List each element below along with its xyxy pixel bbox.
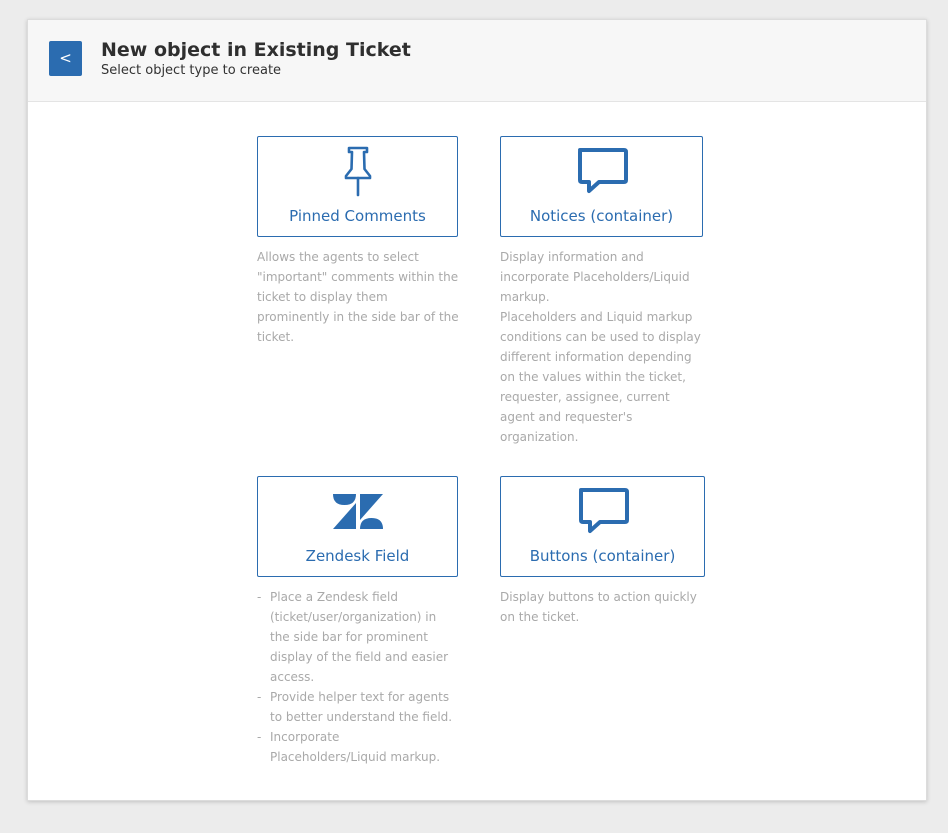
- notices-container-label: Notices (container): [529, 207, 674, 225]
- pinned-comments-description: Allows the agents to select "important" …: [257, 247, 462, 347]
- notices-container-description: Display information and incorporate Plac…: [500, 247, 705, 447]
- buttons-container-card[interactable]: Buttons (container): [500, 476, 705, 577]
- zendesk-field-label: Zendesk Field: [305, 547, 410, 565]
- buttons-container-description: Display buttons to action quickly on the…: [500, 587, 705, 627]
- buttons-container-label: Buttons (container): [529, 547, 676, 565]
- pushpin-icon: [344, 146, 371, 197]
- description-text: Display buttons to action quickly on the…: [500, 590, 697, 624]
- bullet-list: Place a Zendesk field (ticket/user/organ…: [257, 587, 457, 767]
- zendesk-logo-icon: [332, 494, 383, 529]
- description-text: Allows the agents to select "important" …: [257, 250, 459, 344]
- list-item: Incorporate Placeholders/Liquid markup.: [257, 727, 457, 767]
- page-subtitle: Select object type to create: [101, 63, 282, 78]
- list-item: Place a Zendesk field (ticket/user/organ…: [257, 587, 457, 687]
- description-text: Placeholders and Liquid markup condition…: [500, 310, 701, 444]
- pinned-comments-label: Pinned Comments: [289, 207, 426, 225]
- panel-header: < New object in Existing Ticket Select o…: [28, 20, 926, 102]
- pinned-comments-card[interactable]: Pinned Comments: [257, 136, 458, 237]
- create-object-panel: < New object in Existing Ticket Select o…: [27, 19, 927, 801]
- speech-bubble-icon: [577, 148, 628, 193]
- description-text: Display information and incorporate Plac…: [500, 250, 690, 304]
- zendesk-field-card[interactable]: Zendesk Field: [257, 476, 458, 577]
- page-title: New object in Existing Ticket: [101, 39, 411, 61]
- zendesk-field-description: Place a Zendesk field (ticket/user/organ…: [257, 587, 457, 767]
- list-item: Provide helper text for agents to better…: [257, 687, 457, 727]
- notices-container-card[interactable]: Notices (container): [500, 136, 703, 237]
- back-button[interactable]: <: [49, 41, 82, 76]
- speech-bubble-icon: [578, 488, 629, 533]
